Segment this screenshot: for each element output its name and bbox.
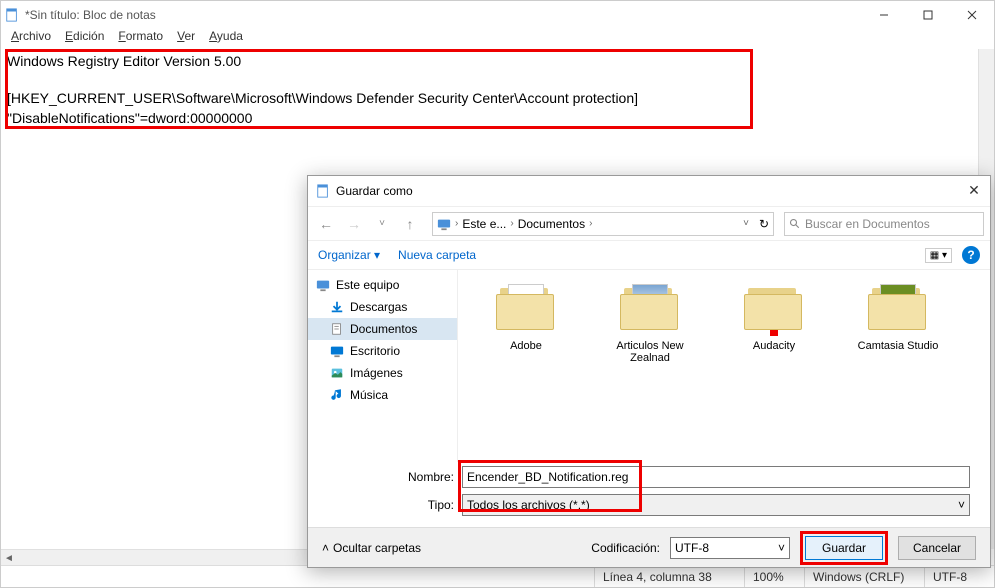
folder-icon: [618, 284, 682, 334]
nav-recent-dropdown[interactable]: ˅: [370, 212, 394, 236]
menu-format[interactable]: Formato: [118, 29, 163, 49]
dialog-fields: Nombre: Tipo: Todos los archivos (*.*) ˅: [308, 462, 990, 516]
hide-folders-button[interactable]: ˄ Ocultar carpetas: [322, 541, 421, 555]
cancel-button[interactable]: Cancelar: [898, 536, 976, 560]
folder-item[interactable]: Articulos New Zealnad: [600, 280, 700, 452]
folder-item[interactable]: Camtasia Studio: [848, 280, 948, 452]
pc-icon: [437, 217, 451, 231]
folder-icon: [742, 284, 806, 334]
notepad-title: *Sin título: Bloc de notas: [25, 8, 156, 22]
folder-tree: Este equipo Descargas Documentos Escrito…: [308, 270, 458, 462]
search-icon: [789, 218, 801, 230]
nav-back-button[interactable]: ←: [314, 212, 338, 236]
scroll-left-icon[interactable]: ◄: [1, 550, 17, 566]
tree-item-pc[interactable]: Este equipo: [308, 274, 457, 296]
breadcrumb-dropdown-icon[interactable]: ˅: [743, 218, 749, 229]
notepad-titlebar: *Sin título: Bloc de notas: [1, 1, 994, 29]
dialog-title: Guardar como: [336, 184, 413, 198]
help-icon[interactable]: ?: [962, 246, 980, 264]
dialog-titlebar: Guardar como ✕: [308, 176, 990, 206]
save-as-dialog: Guardar como ✕ ← → ˅ ↑ › Este e... › Doc…: [307, 175, 991, 568]
minimize-button[interactable]: [862, 1, 906, 29]
tree-item-documents[interactable]: Documentos: [308, 318, 457, 340]
status-zoom: 100%: [744, 566, 804, 587]
status-encoding: UTF-8: [924, 566, 994, 587]
images-icon: [330, 366, 344, 380]
notepad-icon: [316, 184, 330, 198]
refresh-icon[interactable]: ↻: [759, 217, 769, 231]
chevron-up-icon: ˄: [322, 541, 329, 555]
documents-icon: [330, 322, 344, 336]
notepad-menubar: Archivo Edición Formato Ver Ayuda: [1, 29, 994, 49]
menu-help[interactable]: Ayuda: [209, 29, 243, 49]
search-input[interactable]: Buscar en Documentos: [784, 212, 984, 236]
filetype-label: Tipo:: [398, 498, 454, 512]
tree-item-music[interactable]: Música: [308, 384, 457, 406]
filetype-dropdown[interactable]: Todos los archivos (*.*) ˅: [462, 494, 970, 516]
new-folder-button[interactable]: Nueva carpeta: [398, 248, 476, 262]
tree-item-downloads[interactable]: Descargas: [308, 296, 457, 318]
status-eol: Windows (CRLF): [804, 566, 924, 587]
breadcrumb-item[interactable]: Documentos: [518, 217, 585, 231]
dialog-footer: ˄ Ocultar carpetas Codificación: UTF-8 ˅…: [308, 527, 990, 567]
folder-icon: [866, 284, 930, 334]
filename-input[interactable]: [462, 466, 970, 488]
filename-label: Nombre:: [398, 470, 454, 484]
dialog-navbar: ← → ˅ ↑ › Este e... › Documentos › ˅ ↻ B…: [308, 206, 990, 240]
search-placeholder: Buscar en Documentos: [805, 217, 930, 231]
folder-item[interactable]: Adobe: [476, 280, 576, 452]
dialog-toolbar: Organizar ▾ Nueva carpeta ▦ ▾ ?: [308, 240, 990, 270]
pc-icon: [316, 278, 330, 292]
chevron-down-icon: ˅: [958, 498, 965, 512]
tree-item-images[interactable]: Imágenes: [308, 362, 457, 384]
notepad-icon: [5, 8, 19, 22]
organize-button[interactable]: Organizar ▾: [318, 248, 380, 262]
dialog-close-button[interactable]: ✕: [964, 180, 984, 200]
nav-up-button[interactable]: ↑: [398, 212, 422, 236]
save-button[interactable]: Guardar: [805, 536, 883, 560]
desktop-icon: [330, 344, 344, 358]
folder-icon: [494, 284, 558, 334]
folder-item[interactable]: Audacity: [724, 280, 824, 452]
annotation-highlight: Guardar: [800, 531, 888, 565]
download-icon: [330, 300, 344, 314]
maximize-button[interactable]: [906, 1, 950, 29]
notepad-textarea[interactable]: Windows Registry Editor Version 5.00 [HK…: [1, 49, 994, 133]
address-bar[interactable]: › Este e... › Documentos › ˅ ↻: [432, 212, 774, 236]
file-list[interactable]: Adobe Articulos New Zealnad Audacity Cam…: [458, 270, 990, 462]
close-button[interactable]: [950, 1, 994, 29]
view-button[interactable]: ▦ ▾: [925, 248, 952, 263]
status-position: Línea 4, columna 38: [594, 566, 744, 587]
menu-view[interactable]: Ver: [177, 29, 195, 49]
encoding-label: Codificación:: [591, 541, 660, 555]
encoding-dropdown[interactable]: UTF-8 ˅: [670, 537, 790, 559]
breadcrumb-item[interactable]: Este e...: [462, 217, 506, 231]
chevron-down-icon: ˅: [778, 541, 785, 555]
menu-file[interactable]: Archivo: [11, 29, 51, 49]
notepad-statusbar: Línea 4, columna 38 100% Windows (CRLF) …: [1, 565, 994, 587]
nav-forward-button[interactable]: →: [342, 212, 366, 236]
music-icon: [330, 388, 344, 402]
tree-item-desktop[interactable]: Escritorio: [308, 340, 457, 362]
menu-edit[interactable]: Edición: [65, 29, 104, 49]
